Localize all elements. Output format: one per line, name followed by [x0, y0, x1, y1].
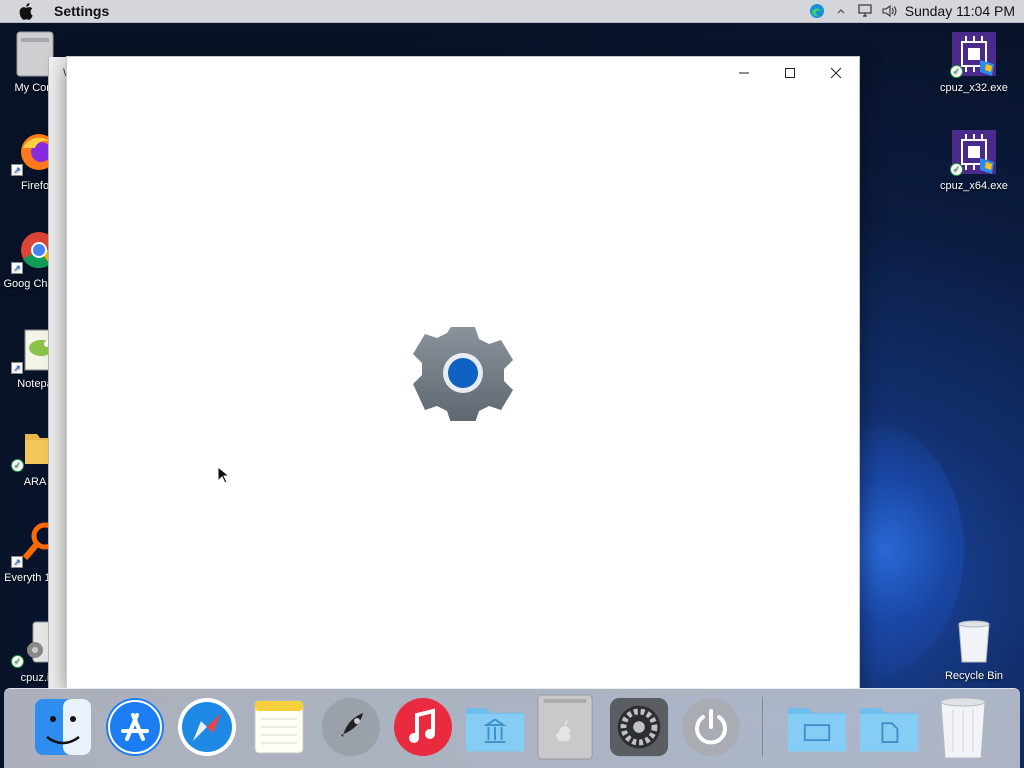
minimize-button[interactable] — [721, 57, 767, 89]
sync-check-icon: ✓ — [11, 459, 24, 472]
mac-pro-icon[interactable] — [534, 694, 596, 760]
power-icon[interactable] — [680, 695, 742, 759]
mouse-cursor-icon — [217, 465, 231, 484]
menu-bar: Settings Sunday 11:04 PM — [0, 0, 1024, 23]
downloads-folder-icon[interactable] — [786, 695, 848, 759]
trash-icon[interactable] — [932, 695, 994, 759]
apps-folder-icon[interactable] — [464, 695, 526, 759]
menu-clock[interactable]: Sunday 11:04 PM — [905, 3, 1015, 19]
sync-check-icon: ✓ — [950, 65, 963, 78]
maximize-button[interactable] — [767, 57, 813, 89]
maximize-icon — [785, 68, 795, 78]
window-controls — [721, 57, 859, 89]
shortcut-arrow-icon: ↗ — [11, 262, 23, 274]
desktop-icon-cpuz-x32[interactable]: ✓ cpuz_x32.exe — [937, 30, 1011, 95]
cpuz-icon: ✓ — [950, 128, 998, 176]
notes-icon[interactable] — [248, 695, 310, 759]
recycle-bin-icon — [950, 618, 998, 666]
cpuz-icon: ✓ — [950, 30, 998, 78]
active-app-title[interactable]: Settings — [54, 3, 109, 19]
shortcut-arrow-icon: ↗ — [11, 556, 23, 568]
dock-separator — [762, 697, 763, 757]
documents-folder-icon[interactable] — [858, 695, 920, 759]
desktop-icon-recycle-bin[interactable]: Recycle Bin — [937, 618, 1011, 683]
shortcut-arrow-icon: ↗ — [11, 362, 23, 374]
close-button[interactable] — [813, 57, 859, 89]
app-store-icon[interactable] — [104, 695, 166, 759]
sync-check-icon: ✓ — [11, 655, 24, 668]
volume-icon[interactable] — [881, 3, 897, 19]
settings-window[interactable] — [66, 56, 860, 689]
sync-check-icon: ✓ — [950, 163, 963, 176]
music-icon[interactable] — [392, 695, 454, 759]
finder-icon[interactable] — [32, 695, 94, 759]
chevron-icon[interactable] — [833, 3, 849, 19]
desktop-icon-cpuz-x64[interactable]: ✓ cpuz_x64.exe — [937, 128, 1011, 193]
shortcut-arrow-icon: ↗ — [11, 164, 23, 176]
apple-menu-icon[interactable] — [0, 2, 54, 20]
safari-icon[interactable] — [176, 695, 238, 759]
edge-icon[interactable] — [809, 3, 825, 19]
settings-splash-gear-icon — [413, 325, 513, 423]
dock — [4, 688, 1020, 768]
minimize-icon — [739, 72, 749, 74]
launchpad-icon[interactable] — [320, 695, 382, 759]
system-preferences-icon[interactable] — [608, 695, 670, 759]
network-icon[interactable] — [857, 3, 873, 19]
close-icon — [830, 67, 842, 79]
